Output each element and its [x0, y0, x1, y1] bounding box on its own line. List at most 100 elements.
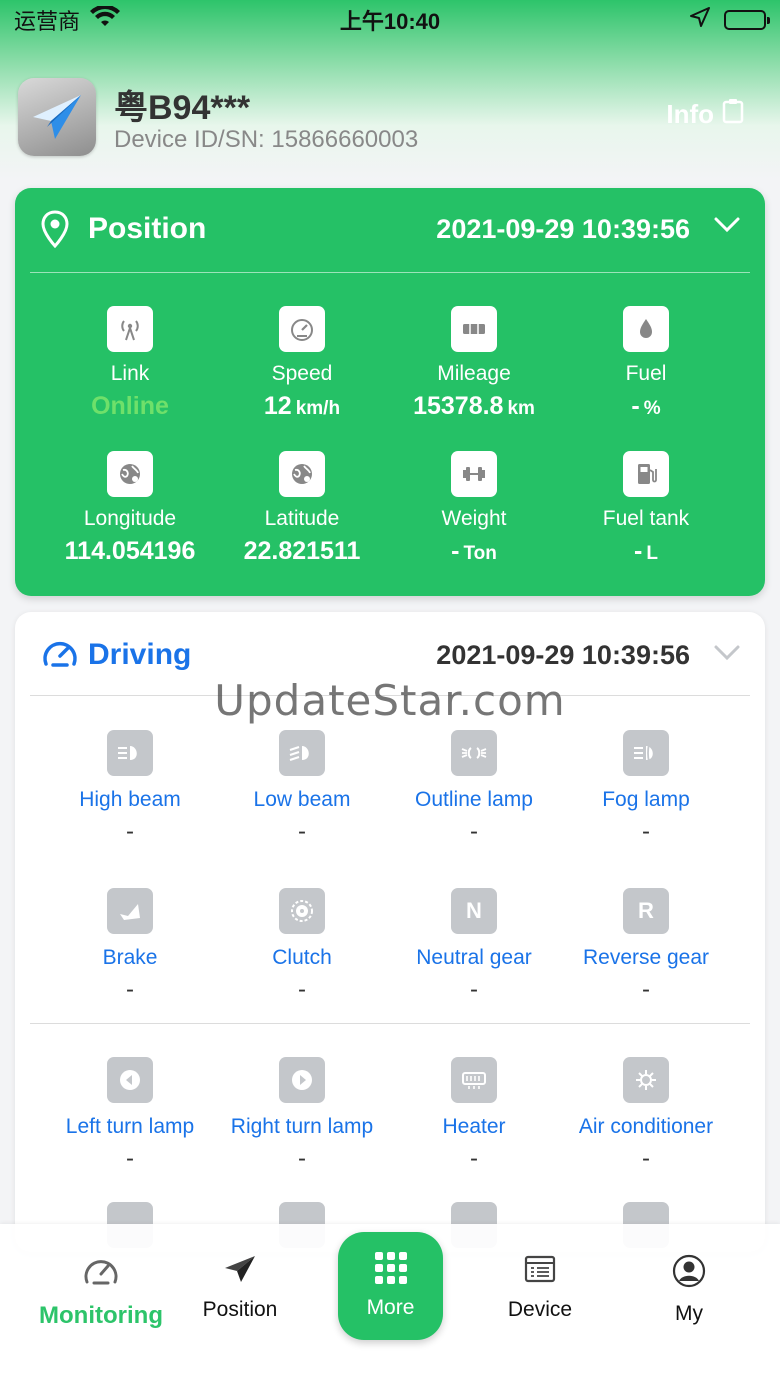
status-label: High beam [79, 788, 181, 811]
status-fog-lamp: Fog lamp - [560, 730, 732, 846]
metric-label: Longitude [83, 507, 177, 530]
metric-value: 12 km/h [263, 392, 341, 420]
metric-weight: Weight - Ton [388, 451, 560, 566]
status-label: Left turn lamp [65, 1115, 195, 1138]
metric-fuel: Fuel -% [560, 306, 732, 421]
status-reverse-gear: R Reverse gear - [560, 888, 732, 1004]
neutral-gear-icon: N [451, 888, 497, 934]
odometer-icon [451, 306, 497, 352]
status-label: Low beam [253, 788, 351, 811]
status-value: - [642, 1145, 650, 1172]
battery-icon [724, 10, 770, 30]
metric-link: Link Online [44, 306, 216, 421]
status-high-beam: High beam - [44, 730, 216, 846]
heater-icon [451, 1057, 497, 1103]
clutch-icon [279, 888, 325, 934]
metric-value: - Ton [451, 537, 497, 565]
status-value: - [298, 976, 306, 1003]
driving-card-divider [30, 695, 750, 696]
nav-label: Position [202, 1298, 278, 1321]
info-button[interactable]: Info [666, 98, 744, 131]
antenna-icon [107, 306, 153, 352]
vehicle-plate: 粤B94*** [114, 89, 251, 127]
nav-label: Monitoring [39, 1302, 163, 1329]
chevron-down-icon[interactable] [713, 216, 741, 239]
status-label: Air conditioner [578, 1115, 714, 1138]
status-value: - [470, 976, 478, 1003]
fog-lamp-icon [623, 730, 669, 776]
status-value: - [126, 818, 134, 845]
left-turn-icon [107, 1057, 153, 1103]
driving-card-header[interactable]: Driving 2021-09-29 10:39:56 [15, 612, 765, 696]
status-right-turn-lamp: Right turn lamp - [216, 1057, 388, 1173]
metric-label: Latitude [264, 507, 340, 530]
driving-status-grid-1: High beam - Low beam - Outline lamp - Fo… [15, 730, 765, 1004]
status-heater: Heater - [388, 1057, 560, 1173]
nav-device[interactable]: Device [465, 1254, 615, 1322]
status-value: - [470, 818, 478, 845]
metric-mileage: Mileage 15378.8 km [388, 306, 560, 421]
position-card-timestamp: 2021-09-29 10:39:56 [436, 214, 690, 244]
dashboard-gauge-icon [41, 636, 79, 675]
status-value: - [642, 976, 650, 1003]
position-card-divider [30, 272, 750, 273]
nav-position[interactable]: Position [165, 1254, 315, 1322]
outline-lamp-icon [451, 730, 497, 776]
location-arrow-icon [690, 7, 710, 33]
status-bar: 运营商 上午10:40 [0, 0, 780, 40]
status-label: Clutch [272, 946, 332, 969]
metric-label: Weight [441, 507, 507, 530]
driving-section-divider [30, 1023, 750, 1024]
fuel-pump-icon [623, 451, 669, 497]
metric-fuel-tank: Fuel tank -L [560, 451, 732, 566]
status-clutch: Clutch - [216, 888, 388, 1004]
status-air-conditioner: Air conditioner - [560, 1057, 732, 1173]
carrier-label: 运营商 [14, 9, 81, 34]
metric-label: Link [110, 362, 150, 385]
nav-label: Device [507, 1298, 573, 1321]
metric-label: Speed [271, 362, 333, 385]
info-button-label: Info [666, 99, 714, 129]
status-label: Outline lamp [415, 788, 533, 811]
nav-more-button[interactable]: More [338, 1232, 443, 1340]
status-label: Brake [102, 946, 158, 969]
position-card: Position 2021-09-29 10:39:56 Link Online… [15, 188, 765, 596]
status-left-turn-lamp: Left turn lamp - [44, 1057, 216, 1173]
metric-label: Fuel [625, 362, 667, 385]
status-value: - [298, 818, 306, 845]
nav-label: My [675, 1302, 703, 1325]
weight-icon [451, 451, 497, 497]
air-conditioner-icon [623, 1057, 669, 1103]
reverse-gear-icon: R [623, 888, 669, 934]
status-value: - [126, 976, 134, 1003]
metric-label: Mileage [437, 362, 511, 385]
metric-value: 22.821511 [243, 537, 361, 565]
status-label: Right turn lamp [230, 1115, 374, 1138]
metric-value: 114.054196 [64, 537, 196, 565]
metric-value: -L [634, 537, 658, 565]
grid-icon [374, 1252, 407, 1284]
device-header: 粤B94*** Device ID/SN: 15866660003 Info [18, 78, 762, 158]
status-value: - [298, 1145, 306, 1172]
chevron-down-icon[interactable] [713, 644, 741, 667]
status-value: - [126, 1145, 134, 1172]
status-value: - [642, 818, 650, 845]
clipboard-icon [722, 98, 744, 131]
brake-icon [107, 888, 153, 934]
nav-monitoring[interactable]: Monitoring [26, 1254, 176, 1330]
metric-label: Fuel tank [602, 507, 690, 530]
speedometer-icon [279, 306, 325, 352]
metric-value: 15378.8 km [413, 392, 535, 420]
status-label: Neutral gear [416, 946, 532, 969]
nav-my[interactable]: My [614, 1254, 764, 1326]
metric-value: -% [631, 392, 661, 420]
paper-plane-icon [223, 1254, 257, 1290]
driving-card-title: Driving [88, 638, 192, 671]
right-turn-icon [279, 1057, 325, 1103]
wifi-icon [90, 4, 121, 34]
position-card-header[interactable]: Position 2021-09-29 10:39:56 [15, 188, 765, 272]
globe-icon [279, 451, 325, 497]
device-list-icon [524, 1254, 556, 1290]
gauge-icon [82, 1254, 120, 1294]
status-label: Fog lamp [602, 788, 690, 811]
